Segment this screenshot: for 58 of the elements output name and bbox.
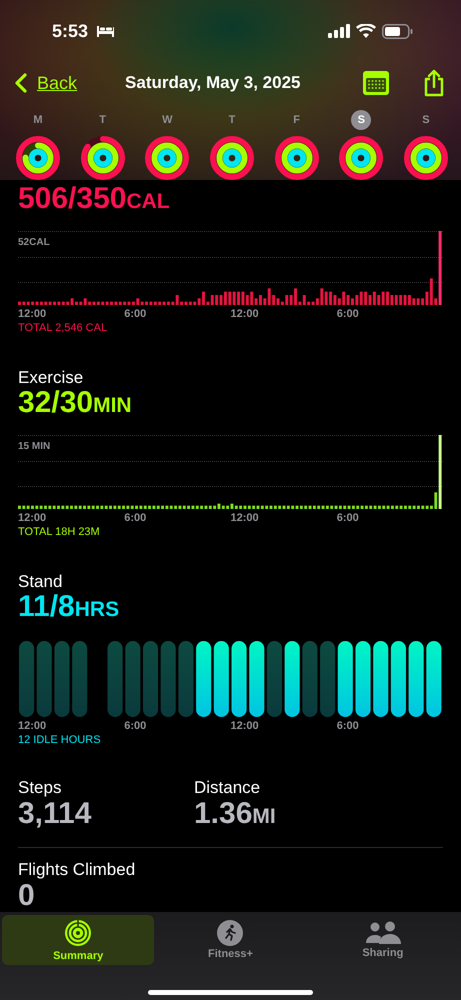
activity-rings-icon[interactable] xyxy=(144,135,190,181)
time-label: 12:00 xyxy=(18,512,46,524)
share-icon[interactable] xyxy=(423,69,445,97)
day-tab[interactable]: S xyxy=(351,110,372,130)
signal-icon xyxy=(328,24,350,38)
runner-icon xyxy=(217,920,244,946)
day-tab[interactable]: S xyxy=(416,110,436,130)
day-tab[interactable]: W xyxy=(157,110,178,130)
axis-label: 15 MIN xyxy=(18,441,50,452)
stand-value: 11/8HRS xyxy=(18,592,120,625)
day-tab[interactable]: T xyxy=(92,110,113,130)
back-link[interactable]: Back xyxy=(14,72,78,94)
time-label: 12:00 xyxy=(18,308,46,320)
people-icon xyxy=(364,921,401,945)
chevron-left-icon xyxy=(14,73,27,93)
axis-label: 52CAL xyxy=(18,237,50,248)
total-label: TOTAL 18H 23M xyxy=(18,526,101,538)
activity-rings-icon[interactable] xyxy=(338,135,384,181)
tab-button[interactable]: Fitness+ xyxy=(154,915,307,965)
date-title: Saturday, May 3, 2025 xyxy=(125,73,302,93)
stat-value: 0 xyxy=(18,880,36,912)
time-label: 6:00 xyxy=(124,720,146,732)
stat-value: 3,114 xyxy=(18,798,92,830)
status-time: 5:53 xyxy=(52,20,88,42)
time-label: 6:00 xyxy=(336,308,359,320)
time-label: 6:00 xyxy=(336,512,359,524)
time-label: 12:00 xyxy=(230,720,259,732)
time-label: 12:00 xyxy=(230,512,259,524)
calendar-icon[interactable] xyxy=(363,71,389,95)
day-tab[interactable]: T xyxy=(222,110,242,130)
bed-icon xyxy=(96,24,116,38)
day-tab[interactable]: F xyxy=(286,110,307,130)
section-title: Exercise xyxy=(18,368,84,388)
activity-rings-icon[interactable] xyxy=(208,135,255,181)
time-label: 12:00 xyxy=(18,720,46,732)
total-label: TOTAL 2,546 CAL xyxy=(18,322,108,334)
time-label: 6:00 xyxy=(124,512,146,524)
section-title: Stand xyxy=(18,572,64,592)
stat-label: Steps xyxy=(18,778,62,798)
stat-label: Flights Climbed xyxy=(18,860,136,880)
activity-rings-icon[interactable] xyxy=(80,135,126,181)
tab-button[interactable]: Sharing xyxy=(306,915,459,965)
day-tab[interactable]: M xyxy=(28,110,48,130)
stat-label: Distance xyxy=(194,778,262,798)
activity-rings-icon[interactable] xyxy=(274,135,320,181)
time-label: 6:00 xyxy=(336,720,359,732)
time-label: 6:00 xyxy=(124,308,146,320)
tab-button[interactable]: Summary xyxy=(2,915,154,965)
activity-rings-icon[interactable] xyxy=(15,135,61,181)
activity-rings-icon[interactable] xyxy=(402,135,449,181)
move-value: 506/350CAL xyxy=(18,184,171,217)
wifi-icon xyxy=(356,24,376,38)
total-label: 12 IDLE HOURS xyxy=(18,734,102,746)
rings-icon xyxy=(63,918,94,948)
battery-icon xyxy=(382,24,413,38)
time-label: 12:00 xyxy=(230,308,259,320)
stat-value: 1.36MI xyxy=(194,798,277,832)
exercise-value: 32/30MIN xyxy=(18,388,133,421)
